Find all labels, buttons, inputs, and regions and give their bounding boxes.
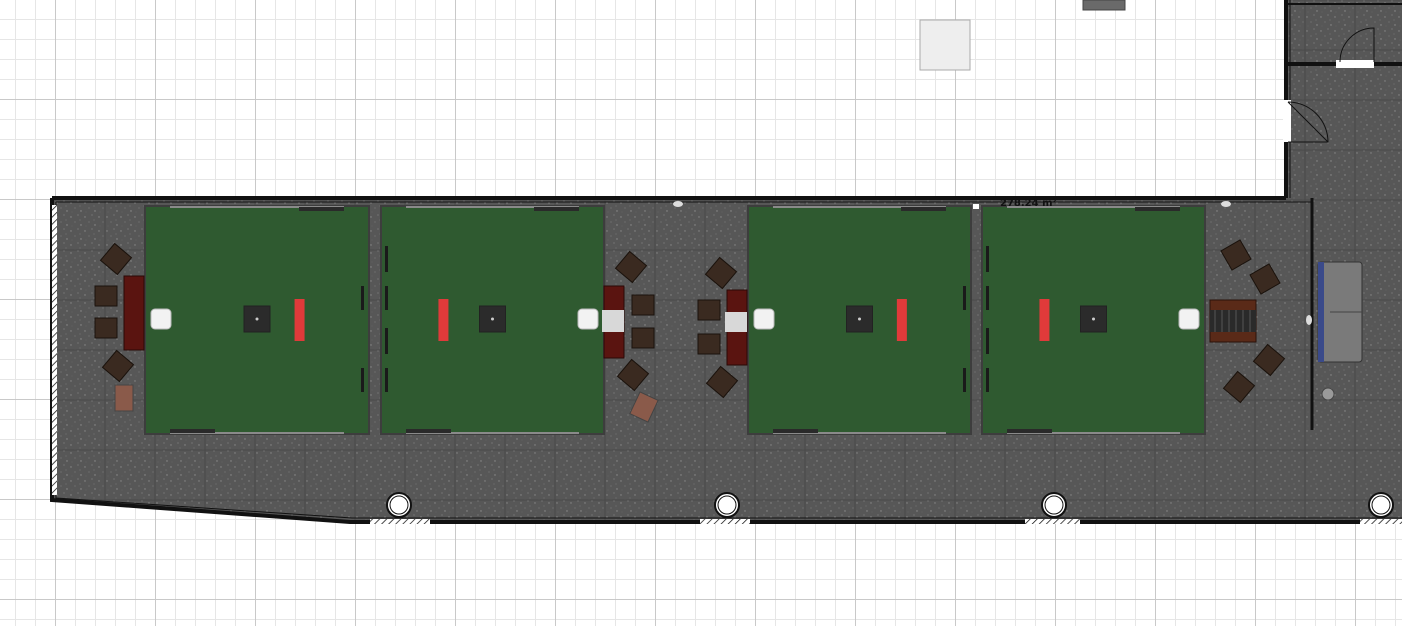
chair-icon xyxy=(94,317,118,339)
table-cue-ball xyxy=(1178,308,1200,330)
cabinet-icon xyxy=(1209,299,1257,343)
table-red-marker xyxy=(896,299,907,341)
game-table[interactable] xyxy=(747,205,972,435)
table-cue-ball xyxy=(577,308,599,330)
chair-icon xyxy=(631,294,655,316)
lamp-icon xyxy=(1321,387,1335,401)
game-table[interactable] xyxy=(981,205,1206,435)
floor-plan-canvas[interactable] xyxy=(0,0,1402,626)
column-icon xyxy=(714,492,740,518)
box-furniture xyxy=(919,19,971,71)
chair-icon xyxy=(697,333,721,355)
column-icon xyxy=(386,492,412,518)
game-table[interactable] xyxy=(380,205,605,435)
table-red-marker xyxy=(294,299,305,341)
chair-icon xyxy=(631,327,655,349)
chair-icon xyxy=(94,285,118,307)
column-icon xyxy=(1368,492,1394,518)
table-cue-ball xyxy=(753,308,775,330)
table-red-marker xyxy=(438,299,449,341)
chair-icon xyxy=(697,299,721,321)
right-annex-rooms xyxy=(1283,0,1402,200)
plant-icon xyxy=(114,384,134,412)
room-area-label: 278.24 m² xyxy=(1000,198,1057,209)
lamp-icon xyxy=(973,204,979,209)
lamp-icon xyxy=(673,201,683,207)
column-icon xyxy=(1041,492,1067,518)
sofa-icon xyxy=(1317,261,1363,363)
shelf-furniture xyxy=(1082,0,1126,11)
game-table[interactable] xyxy=(144,205,370,435)
lamp-icon xyxy=(1221,201,1231,207)
cabinet-icon xyxy=(123,275,145,351)
table-red-marker xyxy=(1039,299,1050,341)
table-cue-ball xyxy=(150,308,172,330)
lamp-icon xyxy=(1306,315,1312,325)
